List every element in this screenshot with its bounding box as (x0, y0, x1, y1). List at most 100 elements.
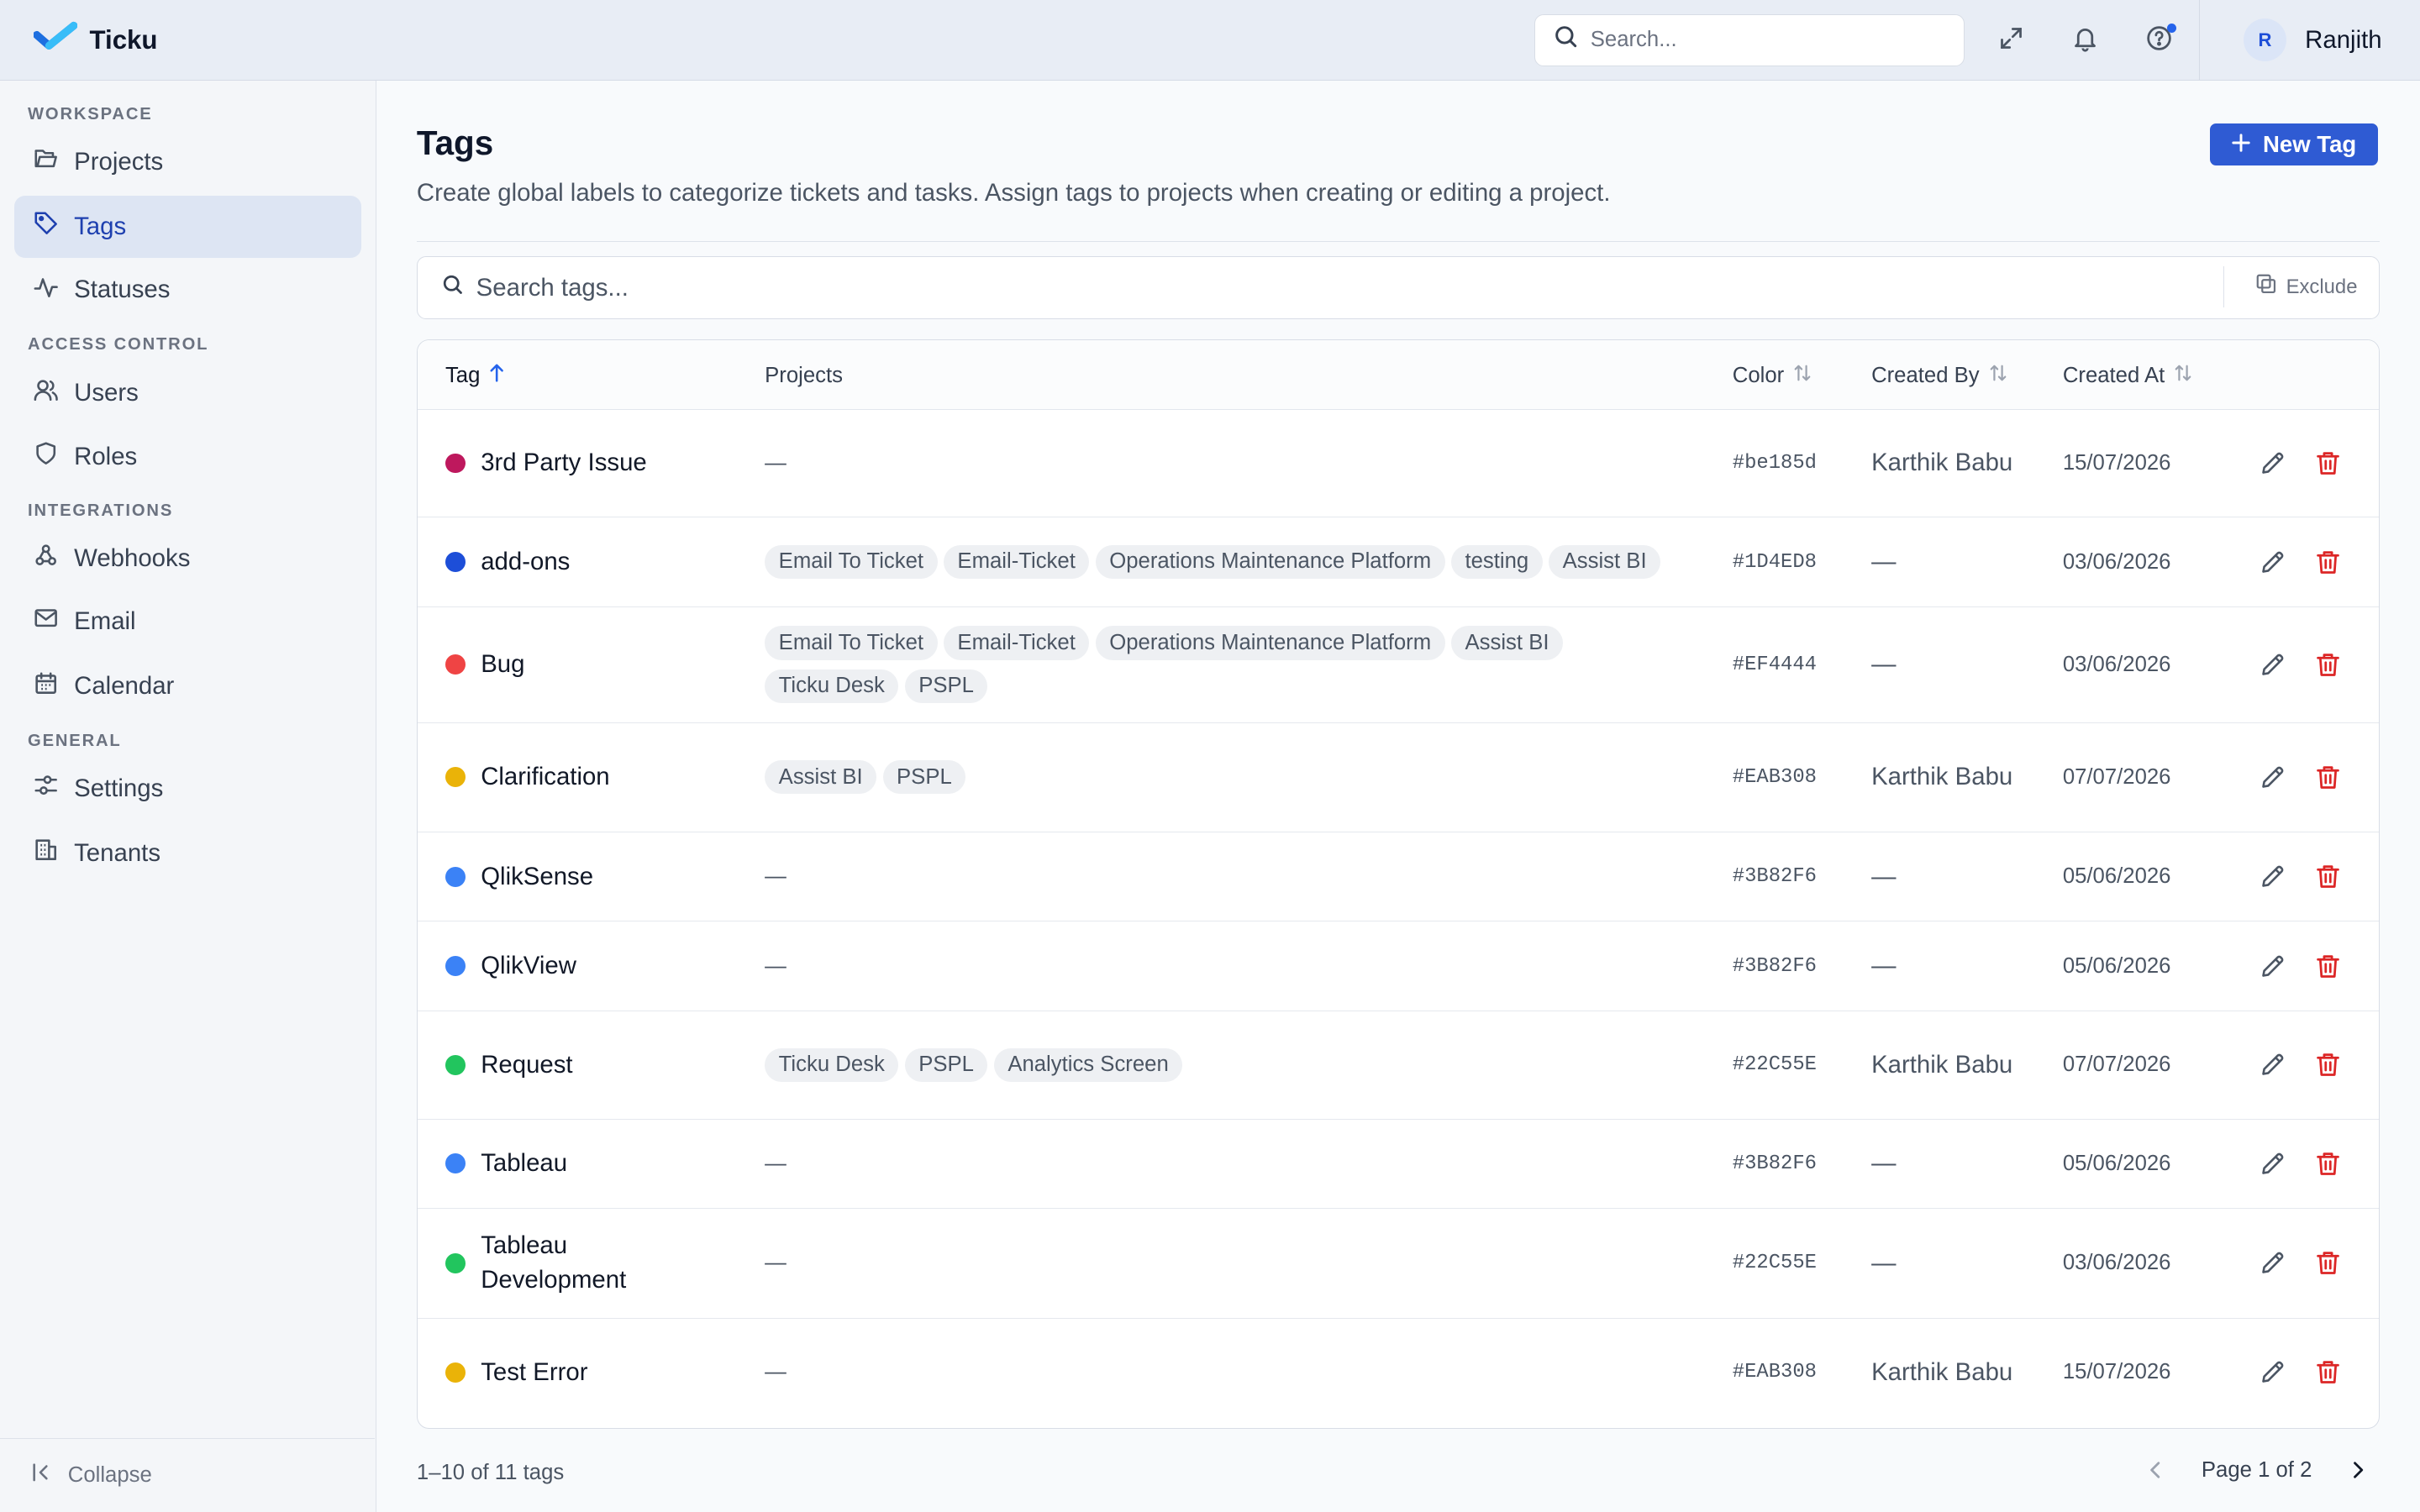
trash-icon[interactable] (2312, 861, 2344, 892)
search-icon (442, 274, 464, 302)
sidebar-item-label: Roles (74, 442, 138, 470)
sidebar-item-projects[interactable]: Projects (14, 131, 361, 192)
edit-icon[interactable] (2257, 547, 2288, 578)
next-page-button[interactable] (2346, 1458, 2370, 1483)
trash-icon[interactable] (2312, 1049, 2344, 1080)
column-label: Color (1732, 363, 1785, 387)
empty-projects: — (765, 1360, 786, 1384)
sidebar-item-roles[interactable]: Roles (14, 426, 361, 487)
projects-cell: Ticku Desk PSPL Analytics Screen (765, 1011, 1691, 1119)
edit-icon[interactable] (2257, 1049, 2288, 1080)
page-title: Tags (416, 123, 494, 162)
global-search-input[interactable] (1590, 28, 1930, 53)
sidebar-item-label: Tags (74, 212, 127, 240)
tag-cell: add-ons (445, 517, 570, 606)
table-row: QlikSense — #3B82F6 — 05/06/2026 (417, 832, 2380, 922)
fullscreen-icon[interactable] (1994, 22, 2028, 55)
trash-icon[interactable] (2312, 951, 2344, 982)
sidebar-item-label: Statuses (74, 276, 171, 304)
table-row: QlikView — #3B82F6 — 05/06/2026 (417, 921, 2380, 1011)
project-chip: Email To Ticket (765, 626, 938, 660)
created-by: Karthik Babu (1871, 763, 2013, 791)
user-menu[interactable]: R Ranjith (2199, 0, 2420, 81)
tag-color-dot (445, 767, 466, 788)
global-search[interactable] (1534, 13, 1965, 66)
sidebar-item-settings[interactable]: Settings (14, 758, 361, 819)
new-tag-button[interactable]: New Tag (2210, 123, 2379, 165)
tag-name: QlikView (481, 952, 576, 980)
projects-cell: Email To Ticket Email-Ticket Operations Ma… (765, 607, 1691, 722)
tag-search-input[interactable] (476, 273, 2175, 302)
created-at: 15/07/2026 (2062, 450, 2171, 475)
tags-table: Tag Projects Color Created By Created At… (416, 339, 2381, 1429)
column-header-color[interactable]: Color (1733, 364, 1812, 388)
sidebar-item-email[interactable]: Email (14, 591, 361, 652)
column-header-created-at[interactable]: Created At (2063, 364, 2193, 388)
app-name: Ticku (89, 24, 158, 55)
created-by: Karthik Babu (1871, 1357, 2013, 1386)
created-at: 05/06/2026 (2062, 864, 2171, 889)
project-chip: Assist BI (1549, 544, 1661, 580)
project-chips: Email To Ticket Email-Ticket Operations Ma… (765, 626, 1691, 704)
column-header-tag[interactable]: Tag (445, 364, 505, 388)
edit-icon[interactable] (2257, 1357, 2288, 1388)
created-by: — (1871, 952, 1897, 980)
trash-icon[interactable] (2312, 448, 2344, 479)
result-count: 1–10 of 11 tags (416, 1461, 565, 1485)
empty-projects: — (765, 1151, 786, 1175)
trash-icon[interactable] (2312, 1148, 2344, 1179)
column-label: Projects (765, 363, 844, 387)
section-access-control: ACCESS CONTROL (28, 334, 209, 354)
project-chips: Assist BI PSPL (765, 760, 1691, 795)
sort-ascending-icon (489, 364, 504, 388)
trash-icon[interactable] (2312, 649, 2344, 680)
tag-name: Clarification (481, 763, 610, 791)
sidebar-item-users[interactable]: Users (14, 363, 361, 424)
exclude-toggle[interactable]: Exclude (2223, 265, 2379, 308)
trash-icon[interactable] (2312, 762, 2344, 793)
main-content: Tags Create global labels to categorize … (416, 81, 2381, 1512)
edit-icon[interactable] (2257, 649, 2288, 680)
sidebar-item-calendar[interactable]: Calendar (14, 656, 361, 717)
tag-cell: Tableau Development (445, 1209, 650, 1317)
edit-icon[interactable] (2257, 1247, 2288, 1278)
activity-icon (34, 275, 59, 306)
row-actions (2257, 1319, 2344, 1427)
collapse-sidebar-button[interactable]: Collapse (0, 1437, 376, 1512)
sidebar-item-label: Tenants (74, 838, 161, 867)
created-by: — (1871, 547, 1897, 575)
edit-icon[interactable] (2257, 1148, 2288, 1179)
bell-icon[interactable] (2068, 22, 2102, 55)
project-chip: Ticku Desk (765, 1047, 899, 1082)
trash-icon[interactable] (2312, 547, 2344, 578)
created-by: — (1871, 862, 1897, 890)
sidebar-item-tenants[interactable]: Tenants (14, 822, 361, 884)
edit-icon[interactable] (2257, 951, 2288, 982)
project-chip: PSPL (882, 760, 966, 795)
shield-icon (34, 441, 58, 472)
sidebar-item-tags[interactable]: Tags (13, 196, 361, 258)
trash-icon[interactable] (2312, 1247, 2344, 1278)
color-hex: #22C55E (1732, 1053, 1817, 1077)
edit-icon[interactable] (2257, 448, 2288, 479)
trash-icon[interactable] (2312, 1357, 2344, 1388)
brand[interactable]: Ticku (33, 0, 158, 81)
created-at: 03/06/2026 (2062, 1251, 2171, 1275)
edit-icon[interactable] (2257, 762, 2288, 793)
tag-color-dot (445, 453, 466, 474)
exclude-icon (2255, 273, 2277, 301)
projects-cell: — (765, 832, 1691, 921)
tag-cell: Request (445, 1011, 573, 1119)
created-at: 03/06/2026 (2062, 549, 2171, 574)
help-icon[interactable] (2142, 22, 2176, 55)
edit-icon[interactable] (2257, 861, 2288, 892)
sidebar-item-statuses[interactable]: Statuses (14, 260, 361, 321)
sidebar-item-webhooks[interactable]: Webhooks (14, 528, 361, 589)
color-hex: #EAB308 (1732, 765, 1817, 789)
prev-page-button[interactable] (2143, 1458, 2167, 1483)
section-workspace: WORKSPACE (28, 104, 153, 123)
created-by: Karthik Babu (1871, 1050, 2013, 1079)
sort-icon (1989, 364, 2007, 388)
column-header-created-by[interactable]: Created By (1871, 364, 2007, 388)
tag-search[interactable]: Exclude (416, 255, 2381, 320)
